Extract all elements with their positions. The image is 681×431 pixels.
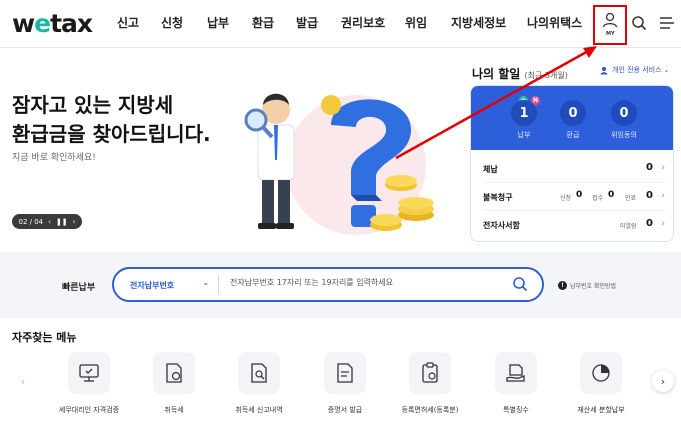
document-coin-icon [153,352,195,394]
nav-item-refund[interactable]: 환급 [252,14,274,31]
pause-icon[interactable]: ❚❚ [56,218,68,226]
my-page-button[interactable]: MY [593,5,627,45]
chevron-left-icon[interactable]: ‹ [48,218,51,226]
user-icon [602,12,618,28]
nav-item-report[interactable]: 신고 [117,14,139,31]
info-icon: ! [558,281,567,290]
chevron-left-icon: ‹ [20,374,26,388]
payment-type-select[interactable]: 전자납부번호 [130,280,174,291]
refund-illustration [244,93,434,235]
hamburger-icon [660,17,674,29]
delegation-count[interactable]: 0 [611,100,637,126]
hero-title: 잠자고 있는 지방세 환급금을 찾아드립니다. [12,93,211,146]
chevron-right-icon[interactable]: › [73,218,76,226]
nav-item-local-tax-info[interactable]: 지방세정보 [451,14,506,31]
menu-item-registration-license-tax[interactable]: 등록면허세(등록분) [388,352,472,415]
wetax-logo[interactable]: wetax [12,9,93,38]
nav-item-pay[interactable]: 납부 [207,14,229,31]
document-search-icon [238,352,280,394]
payment-number-help-link[interactable]: ! 납부번호 확인방법 [558,281,616,290]
menu-item-certificate[interactable]: 증명서 발급 [303,352,387,415]
menu-item-agent-verification[interactable]: 세무대리인 자격검증 [47,352,131,415]
quick-pay-bar: 전자납부번호 ⌄ [112,267,544,302]
chevron-down-icon: ⌄ [663,66,670,74]
quick-pay-label: 빠른납부 [62,283,96,293]
payment-number-input[interactable] [230,278,500,287]
menu-item-property-tax-installment[interactable]: 재산세 분할납부 [559,352,643,415]
nav-item-issue[interactable]: 발급 [296,14,318,31]
divider [483,210,665,211]
hand-document-icon [495,352,537,394]
search-icon [513,277,528,292]
chevron-right-icon: › [661,163,665,173]
clipboard-coin-icon [409,352,451,394]
certificate-icon [324,352,366,394]
personal-service-link[interactable]: 개인 전용 서비스 ⌄ [600,65,669,75]
panel-title: 나의 할일 (최근 3개월) [472,67,568,81]
todo-row-appeal[interactable]: 불복청구 신청 0 접수 0 안료 0 › [483,190,665,206]
chevron-right-icon: › [661,219,665,229]
pay-label: 납부 [517,131,531,139]
nav-item-rights[interactable]: 권리보호 [341,14,385,31]
pay-count[interactable]: 1 [511,100,537,126]
slide-counter: 02 / 04 [18,217,44,226]
chevron-right-icon: › [660,374,666,388]
menu-item-acquisition-tax[interactable]: 취득세 [132,352,216,415]
monitor-check-icon [68,352,110,394]
divider [483,182,665,183]
chevron-right-icon: › [661,191,665,201]
top-header: wetax 신고 신청 납부 환급 발급 권리보호 위임 지방세정보 나의위택스… [0,0,681,48]
my-todo-card: + N 1 납부 0 환급 0 위임동의 체납 0 › 불복청구 신청 0 접수… [470,85,674,242]
nav-item-delegate[interactable]: 위임 [405,14,427,31]
user-group-icon [600,66,608,74]
pie-chart-icon [580,352,622,394]
todo-row-arrears[interactable]: 체납 0 › [483,162,665,178]
nav-item-apply[interactable]: 신청 [161,14,183,31]
todo-summary: + N 1 납부 0 환급 0 위임동의 [471,86,673,150]
carousel-next-button[interactable]: › [652,370,674,392]
delegation-label: 위임동의 [611,131,637,139]
carousel-prev-button[interactable]: ‹ [12,370,34,392]
quick-pay-search-button[interactable] [512,276,528,296]
hero-subtitle: 지금 바로 확인하세요! [12,153,96,163]
search-button[interactable] [626,10,652,36]
nav-item-my-wetax[interactable]: 나의위택스 [527,14,582,31]
search-icon [632,16,647,31]
chevron-down-icon[interactable]: ⌄ [202,278,210,288]
menu-item-acquisition-tax-history[interactable]: 취득세 신고내역 [217,352,301,415]
menu-item-special-collection[interactable]: 특별징수 [474,352,558,415]
refund-label: 환급 [566,131,580,139]
my-label: MY [606,31,615,37]
todo-row-mailbox[interactable]: 전자사서함 미열람 0 › [483,218,665,234]
refund-count[interactable]: 0 [560,100,586,126]
frequent-menu-title: 자주찾는 메뉴 [12,331,77,344]
slide-controls: 02 / 04 ‹ ❚❚ › [12,214,82,229]
divider [218,275,219,294]
menu-button[interactable] [654,10,680,36]
